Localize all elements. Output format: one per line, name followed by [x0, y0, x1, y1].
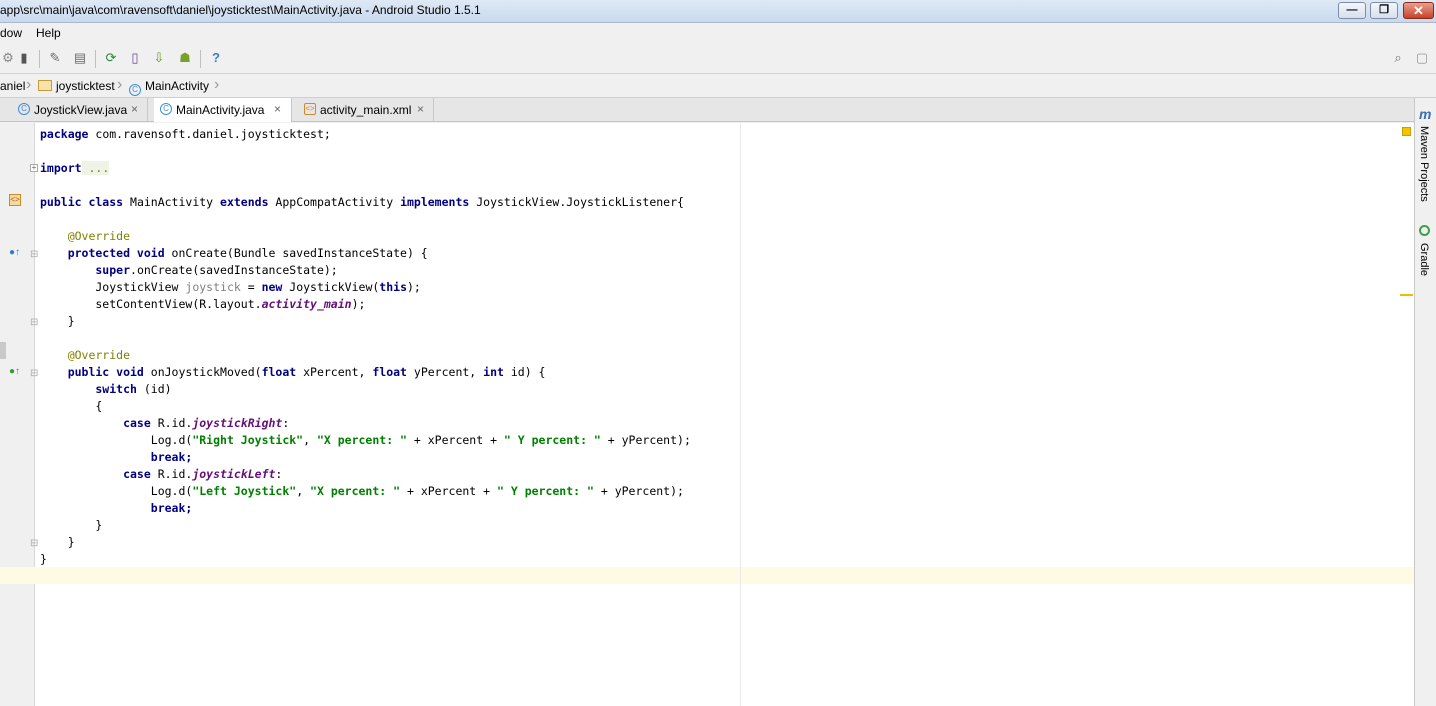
code-line-setcontentview: setContentView(R.layout.activity_main);	[40, 297, 366, 311]
search-icon[interactable]: ⌕	[1390, 50, 1406, 66]
tab-close-icon[interactable]: ×	[274, 102, 281, 116]
code-line-switch: switch (id)	[40, 382, 172, 396]
right-margin-guide	[740, 123, 741, 706]
tab-label: activity_main.xml	[320, 103, 412, 117]
tab-mainactivity[interactable]: C MainActivity.java ×	[154, 98, 292, 122]
code-line-annotation: @Override	[40, 229, 131, 243]
android-device-monitor-icon[interactable]: ☗	[177, 50, 193, 66]
maven-icon: m	[1419, 106, 1432, 122]
gear-partial-icon[interactable]: ⚙	[0, 50, 16, 66]
code-line-brace: }	[40, 314, 75, 328]
code-line-super: super.onCreate(savedInstanceState);	[40, 263, 338, 277]
project-structure-icon[interactable]: ▤	[72, 50, 88, 66]
help-icon[interactable]: ?	[208, 50, 224, 66]
code-line-package: package com.ravensoft.daniel.joysticktes…	[40, 127, 331, 141]
close-icon: ✕	[1413, 3, 1424, 18]
breadcrumb-chevron-icon: ›	[117, 76, 123, 93]
minimize-icon: —	[1346, 4, 1358, 16]
tool-window-gradle[interactable]: Gradle	[1418, 243, 1430, 276]
maximize-button[interactable]: ❐	[1370, 2, 1398, 19]
code-line-brace: }	[40, 518, 103, 532]
class-icon: C	[160, 103, 172, 115]
avd-manager-icon[interactable]: ▯	[127, 50, 143, 66]
window-title: app\src\main\java\com\ravensoft\daniel\j…	[0, 3, 481, 17]
change-marker	[0, 342, 6, 359]
menu-help[interactable]: Help	[36, 26, 61, 40]
breadcrumb-package[interactable]: joysticktest	[38, 79, 115, 93]
fold-end-icon[interactable]: ⊟	[30, 538, 38, 549]
layout-link-icon[interactable]: <>	[9, 194, 21, 206]
fold-collapse-icon[interactable]: ⊟	[30, 249, 38, 260]
toolbar-separator	[95, 50, 96, 68]
fold-end-icon[interactable]: ⊟	[30, 317, 38, 328]
user-icon[interactable]: ▢	[1414, 50, 1430, 66]
window-title-bar: app\src\main\java\com\ravensoft\daniel\j…	[0, 0, 1436, 23]
breadcrumb: aniel › joysticktest › C MainActivity ›	[0, 74, 1436, 98]
tab-close-icon[interactable]: ×	[417, 102, 424, 116]
breadcrumb-chevron-icon: ›	[214, 76, 220, 93]
tool-window-maven-projects[interactable]: Maven Projects	[1418, 126, 1430, 202]
code-line-brace: }	[40, 552, 47, 566]
code-line-onjoystickmoved: public void onJoystickMoved(float xPerce…	[40, 365, 546, 379]
menu-window[interactable]: dow	[0, 26, 22, 40]
settings-wrench-icon[interactable]: ✎	[47, 50, 63, 66]
restore-icon: ❐	[1379, 4, 1389, 16]
code-line-case-left: case R.id.joystickLeft:	[40, 467, 283, 481]
code-line-break: break;	[40, 501, 193, 515]
breadcrumb-item[interactable]: aniel	[0, 79, 25, 93]
breadcrumb-label: joysticktest	[56, 79, 115, 93]
class-icon: C	[18, 103, 30, 115]
fold-expand-icon[interactable]: +	[30, 164, 38, 172]
code-line-log-right: Log.d("Right Joystick", "X percent: " + …	[40, 433, 691, 447]
tab-joystickview[interactable]: C JoystickView.java ×	[12, 98, 148, 121]
editor-gutter[interactable]: <> ●↑ ●↑	[0, 123, 35, 706]
close-window-button[interactable]: ✕	[1403, 2, 1434, 19]
menu-bar: dow Help	[0, 23, 1436, 43]
minimize-button[interactable]: —	[1338, 2, 1366, 19]
breadcrumb-label: MainActivity	[145, 79, 210, 93]
class-icon: C	[129, 84, 141, 96]
code-line-case-right: case R.id.joystickRight:	[40, 416, 290, 430]
code-line-class-decl: public class MainActivity extends AppCom…	[40, 195, 684, 209]
tab-close-icon[interactable]: ×	[131, 102, 138, 116]
breadcrumb-chevron-icon: ›	[26, 76, 32, 93]
tab-label: MainActivity.java	[176, 103, 265, 117]
toolbar-separator	[39, 50, 40, 68]
override-method-icon[interactable]: ●↑	[9, 247, 20, 259]
code-line-import: import ...	[40, 161, 110, 175]
xml-file-icon: <>	[304, 103, 316, 115]
caret-row-highlight	[0, 567, 1414, 584]
editor-tab-bar: C JoystickView.java × C MainActivity.jav…	[0, 98, 1414, 122]
main-toolbar: ⚙ ▮ ✎ ▤ ⟳ ▯ ⇩ ☗ ? ⌕ ▢	[0, 44, 1436, 74]
code-line-log-left: Log.d("Left Joystick", "X percent: " + x…	[40, 484, 684, 498]
sdk-manager-icon[interactable]: ⇩	[151, 50, 167, 66]
implement-method-icon[interactable]: ●↑	[9, 366, 20, 378]
breadcrumb-class[interactable]: C MainActivity	[129, 79, 209, 96]
code-line-brace: }	[40, 535, 75, 549]
folder-icon	[38, 80, 52, 91]
code-line-brace: {	[40, 399, 103, 413]
code-line-oncreate: protected void onCreate(Bundle savedInst…	[40, 246, 428, 260]
tab-label: JoystickView.java	[34, 103, 128, 117]
warning-indicator-icon[interactable]	[1402, 127, 1411, 136]
error-stripe-marker[interactable]	[1400, 294, 1413, 296]
fold-collapse-icon[interactable]: ⊟	[30, 368, 38, 379]
tab-activity-main-xml[interactable]: <> activity_main.xml ×	[298, 98, 434, 121]
code-line-break: break;	[40, 450, 193, 464]
code-line-joystick-var: JoystickView joystick = new JoystickView…	[40, 280, 421, 294]
gradle-icon	[1419, 225, 1430, 236]
right-tool-window-strip: m Maven Projects Gradle	[1414, 98, 1436, 706]
code-line-annotation: @Override	[40, 348, 131, 362]
sync-gradle-icon[interactable]: ⟳	[103, 50, 119, 66]
attach-debugger-icon[interactable]: ▮	[16, 50, 32, 66]
toolbar-separator	[200, 50, 201, 68]
